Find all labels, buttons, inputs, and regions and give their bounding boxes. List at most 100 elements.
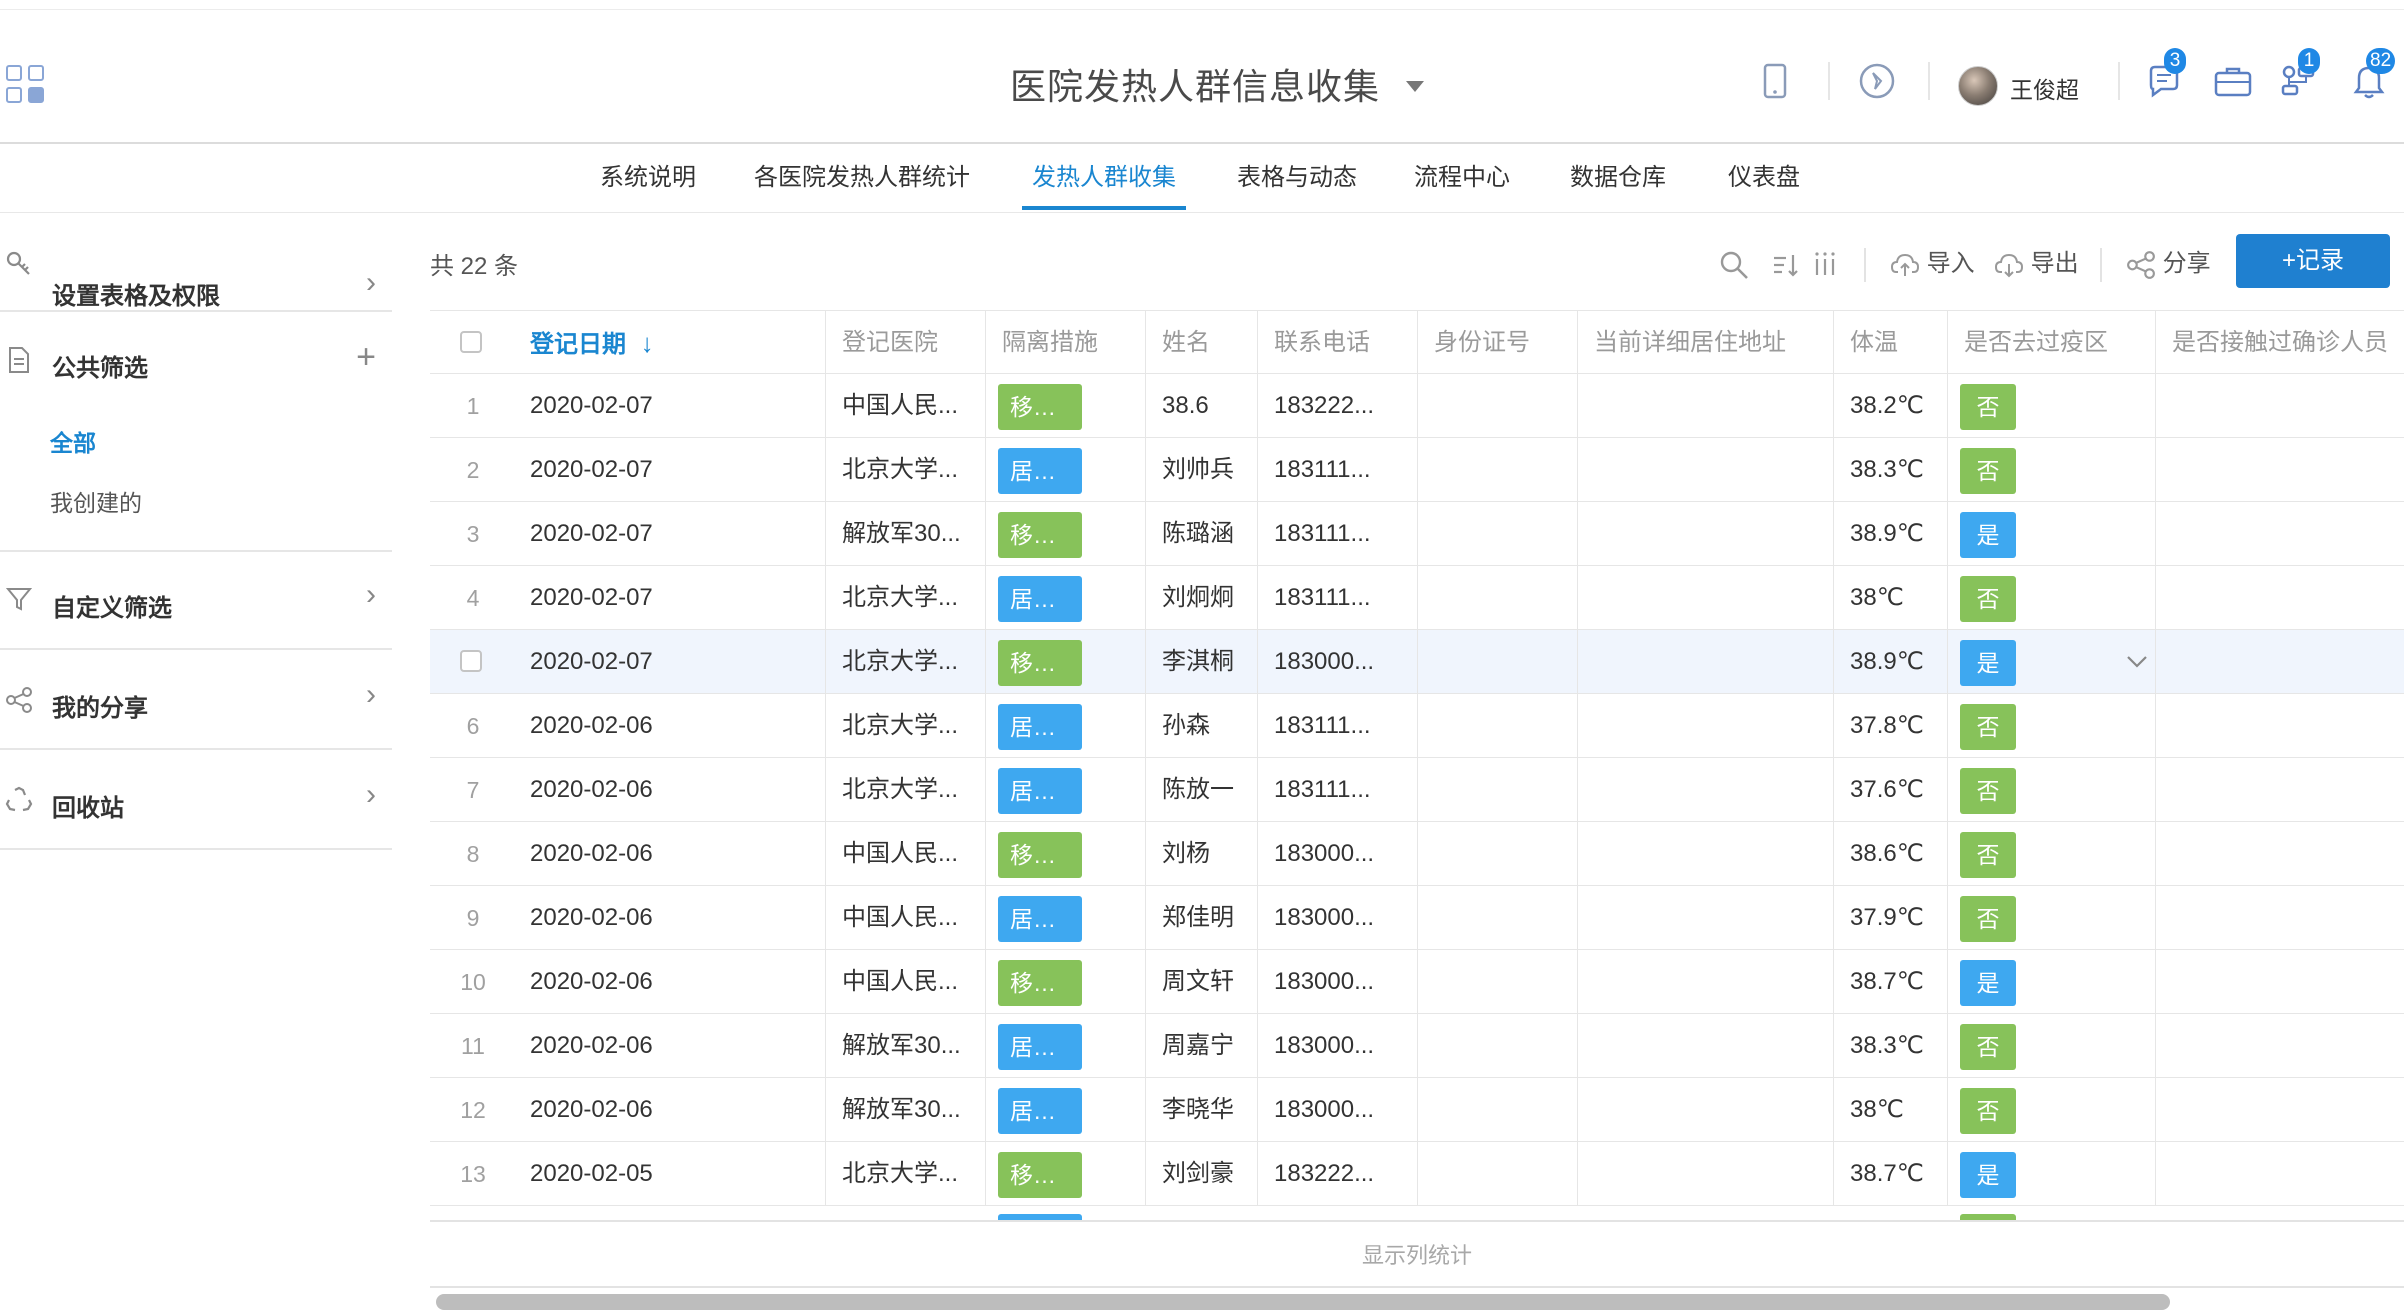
column-stats-toggle[interactable]: 显示列统计 bbox=[430, 1220, 2404, 1288]
epidemic-area-cell[interactable]: 否 bbox=[1948, 694, 2156, 758]
contact-confirmed-cell[interactable] bbox=[2156, 374, 2404, 438]
phone-cell[interactable]: 183111... bbox=[1258, 758, 1418, 822]
table-row[interactable]: 12 2020-02-06解放军30... 居家隔... 李晓华183000... 38… bbox=[430, 1078, 2404, 1142]
hospital-cell[interactable]: 解放军30... bbox=[826, 502, 986, 566]
columns-icon[interactable] bbox=[1812, 244, 1838, 284]
hospital-cell[interactable]: 北京大学... bbox=[826, 1142, 986, 1206]
table-row[interactable]: 4 2020-02-07北京大学... 居家隔... 刘炯炯183111... 38℃ 否 bbox=[430, 566, 2404, 630]
phone-cell[interactable]: 183111... bbox=[1258, 566, 1418, 630]
id-number-cell[interactable] bbox=[1418, 630, 1578, 694]
epidemic-area-cell[interactable]: 否 bbox=[1948, 758, 2156, 822]
id-number-cell[interactable] bbox=[1418, 566, 1578, 630]
id-number-cell[interactable] bbox=[1418, 438, 1578, 502]
phone-cell[interactable]: 183000... bbox=[1258, 1078, 1418, 1142]
epidemic-area-cell[interactable]: 否 bbox=[1948, 822, 2156, 886]
column-header-measure[interactable]: 隔离措施 bbox=[986, 311, 1146, 375]
measure-cell[interactable]: 居家隔... bbox=[986, 438, 1146, 502]
temperature-cell[interactable]: 38.6℃ bbox=[1834, 822, 1948, 886]
epidemic-area-cell[interactable]: 是 bbox=[1948, 630, 2156, 694]
date-cell[interactable]: 2020-02-07 bbox=[516, 502, 826, 566]
temperature-cell[interactable]: 38.3℃ bbox=[1834, 438, 1948, 502]
column-header-hospital[interactable]: 登记医院 bbox=[826, 311, 986, 375]
name-cell[interactable]: 刘帅兵 bbox=[1146, 438, 1258, 502]
name-cell[interactable]: 李晓华 bbox=[1146, 1078, 1258, 1142]
contact-confirmed-cell[interactable] bbox=[2156, 502, 2404, 566]
temperature-cell[interactable]: 38.2℃ bbox=[1834, 374, 1948, 438]
address-cell[interactable] bbox=[1578, 950, 1834, 1014]
contact-confirmed-cell[interactable] bbox=[2156, 1078, 2404, 1142]
id-number-cell[interactable] bbox=[1418, 1014, 1578, 1078]
date-cell[interactable]: 2020-02-06 bbox=[516, 886, 826, 950]
date-cell[interactable]: 2020-02-07 bbox=[516, 630, 826, 694]
temperature-cell[interactable]: 37.6℃ bbox=[1834, 758, 1948, 822]
tab-fever-collection[interactable]: 发热人群收集 bbox=[1026, 144, 1182, 212]
date-cell[interactable]: 2020-02-06 bbox=[516, 822, 826, 886]
measure-cell[interactable]: 居家隔... bbox=[986, 886, 1146, 950]
add-record-button[interactable]: +记录 bbox=[2236, 234, 2390, 288]
import-button[interactable]: 导入 bbox=[1890, 244, 1975, 284]
table-row[interactable]: 7 2020-02-06北京大学... 居家隔... 陈放一183111... 37.6… bbox=[430, 758, 2404, 822]
sidebar-item-my-share[interactable]: 我的分享 › bbox=[0, 672, 392, 728]
table-row[interactable]: 2 2020-02-07北京大学... 居家隔... 刘帅兵183111... 38.3… bbox=[430, 438, 2404, 502]
date-cell[interactable]: 2020-02-06 bbox=[516, 950, 826, 1014]
avatar[interactable] bbox=[1958, 66, 1998, 106]
address-cell[interactable] bbox=[1578, 694, 1834, 758]
epidemic-area-cell[interactable]: 否 bbox=[1948, 566, 2156, 630]
phone-cell[interactable]: 183222... bbox=[1258, 374, 1418, 438]
phone-cell[interactable]: 183000... bbox=[1258, 950, 1418, 1014]
temperature-cell[interactable]: 38.9℃ bbox=[1834, 630, 1948, 694]
table-row[interactable]: 2020-02-07北京大学... 移送就... 李淇桐183000... 38.9℃… bbox=[430, 630, 2404, 694]
hospital-cell[interactable]: 中国人民... bbox=[826, 950, 986, 1014]
id-number-cell[interactable] bbox=[1418, 694, 1578, 758]
name-cell[interactable]: 刘炯炯 bbox=[1146, 566, 1258, 630]
column-header-contact-confirmed[interactable]: 是否接触过确诊人员 bbox=[2156, 311, 2404, 375]
measure-cell[interactable]: 居家隔... bbox=[986, 566, 1146, 630]
contact-confirmed-cell[interactable] bbox=[2156, 950, 2404, 1014]
address-cell[interactable] bbox=[1578, 1142, 1834, 1206]
name-cell[interactable]: 陈璐涵 bbox=[1146, 502, 1258, 566]
name-cell[interactable]: 李淇桐 bbox=[1146, 630, 1258, 694]
contact-confirmed-cell[interactable] bbox=[2156, 886, 2404, 950]
id-number-cell[interactable] bbox=[1418, 950, 1578, 1014]
id-number-cell[interactable] bbox=[1418, 374, 1578, 438]
measure-cell[interactable]: 移送就... bbox=[986, 502, 1146, 566]
compass-icon[interactable] bbox=[1854, 58, 1900, 104]
plus-icon[interactable]: + bbox=[356, 338, 376, 377]
hospital-cell[interactable]: 北京大学... bbox=[826, 630, 986, 694]
share-button[interactable]: 分享 bbox=[2126, 244, 2211, 284]
hospital-cell[interactable]: 北京大学... bbox=[826, 438, 986, 502]
epidemic-area-cell[interactable]: 是 bbox=[1948, 1142, 2156, 1206]
table-row[interactable]: 8 2020-02-06中国人民... 移送就... 刘杨183000... 38.6℃… bbox=[430, 822, 2404, 886]
epidemic-area-cell[interactable]: 否 bbox=[1948, 1014, 2156, 1078]
measure-cell[interactable]: 移送就... bbox=[986, 374, 1146, 438]
measure-cell[interactable]: 居家隔... bbox=[986, 1078, 1146, 1142]
epidemic-area-cell[interactable]: 否 bbox=[1948, 1078, 2156, 1142]
username[interactable]: 王俊超 bbox=[2010, 71, 2079, 105]
address-cell[interactable] bbox=[1578, 822, 1834, 886]
phone-cell[interactable]: 183111... bbox=[1258, 694, 1418, 758]
contact-confirmed-cell[interactable] bbox=[2156, 758, 2404, 822]
temperature-cell[interactable]: 38℃ bbox=[1834, 566, 1948, 630]
measure-cell[interactable]: 居家隔... bbox=[986, 758, 1146, 822]
id-number-cell[interactable] bbox=[1418, 1142, 1578, 1206]
address-cell[interactable] bbox=[1578, 1078, 1834, 1142]
measure-cell[interactable]: 居家隔... bbox=[986, 694, 1146, 758]
measure-cell[interactable]: 居家隔... bbox=[986, 1014, 1146, 1078]
epidemic-area-cell[interactable]: 是 bbox=[1948, 950, 2156, 1014]
hospital-cell[interactable]: 解放军30... bbox=[826, 1014, 986, 1078]
date-cell[interactable]: 2020-02-07 bbox=[516, 438, 826, 502]
contact-confirmed-cell[interactable] bbox=[2156, 438, 2404, 502]
temperature-cell[interactable]: 38.7℃ bbox=[1834, 1142, 1948, 1206]
chevron-down-icon[interactable] bbox=[2126, 644, 2148, 676]
hospital-cell[interactable]: 北京大学... bbox=[826, 694, 986, 758]
name-cell[interactable]: 周嘉宁 bbox=[1146, 1014, 1258, 1078]
date-cell[interactable]: 2020-02-07 bbox=[516, 566, 826, 630]
table-row[interactable]: 9 2020-02-06中国人民... 居家隔... 郑佳明183000... 37.9… bbox=[430, 886, 2404, 950]
column-header-name[interactable]: 姓名 bbox=[1146, 311, 1258, 375]
contact-confirmed-cell[interactable] bbox=[2156, 1014, 2404, 1078]
tab-dashboard[interactable]: 仪表盘 bbox=[1726, 144, 1802, 212]
name-cell[interactable]: 38.6 bbox=[1146, 374, 1258, 438]
id-number-cell[interactable] bbox=[1418, 502, 1578, 566]
name-cell[interactable]: 陈放一 bbox=[1146, 758, 1258, 822]
contact-confirmed-cell[interactable] bbox=[2156, 1142, 2404, 1206]
